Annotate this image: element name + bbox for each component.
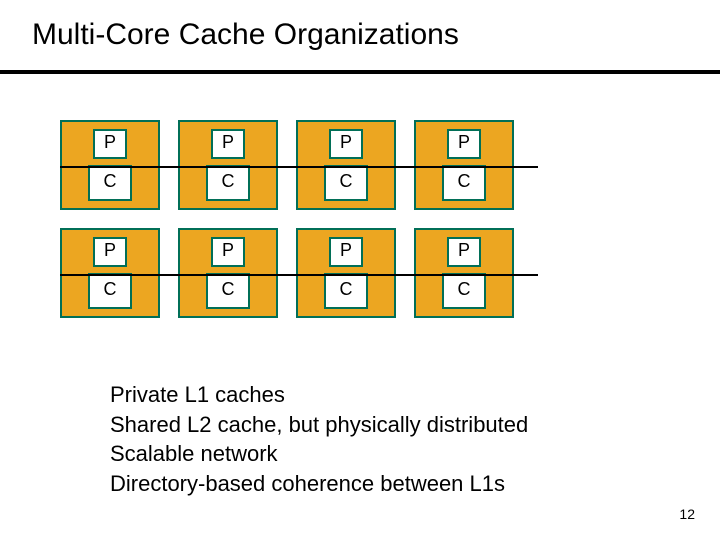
tile-row: P C P C P C P C [60,228,514,318]
tile: P C [296,228,396,318]
cache-box: C [324,273,368,309]
cache-diagram: P C P C P C P C P C P C P C P C [60,120,514,318]
tile: P C [60,228,160,318]
processor-box: P [211,129,245,159]
processor-box: P [93,237,127,267]
cache-box: C [442,165,486,201]
cache-box: C [88,273,132,309]
tile-row: P C P C P C P C [60,120,514,210]
cache-box: C [206,165,250,201]
processor-box: P [93,129,127,159]
tile: P C [296,120,396,210]
processor-box: P [447,237,481,267]
tile: P C [414,228,514,318]
cache-box: C [324,165,368,201]
cache-box: C [88,165,132,201]
interconnect-row-2 [60,274,538,276]
tile: P C [178,120,278,210]
slide-title: Multi-Core Cache Organizations [32,18,459,52]
processor-box: P [329,129,363,159]
cache-box: C [442,273,486,309]
processor-box: P [329,237,363,267]
processor-box: P [447,129,481,159]
caption-line: Shared L2 cache, but physically distribu… [110,410,528,440]
tile: P C [414,120,514,210]
tile: P C [60,120,160,210]
cache-box: C [206,273,250,309]
page-number: 12 [679,506,695,522]
caption-line: Private L1 caches [110,380,528,410]
caption-line: Scalable network [110,439,528,469]
title-rule [0,70,720,74]
interconnect-row-1 [60,166,538,168]
caption-block: Private L1 caches Shared L2 cache, but p… [110,380,528,499]
processor-box: P [211,237,245,267]
tile: P C [178,228,278,318]
caption-line: Directory-based coherence between L1s [110,469,528,499]
